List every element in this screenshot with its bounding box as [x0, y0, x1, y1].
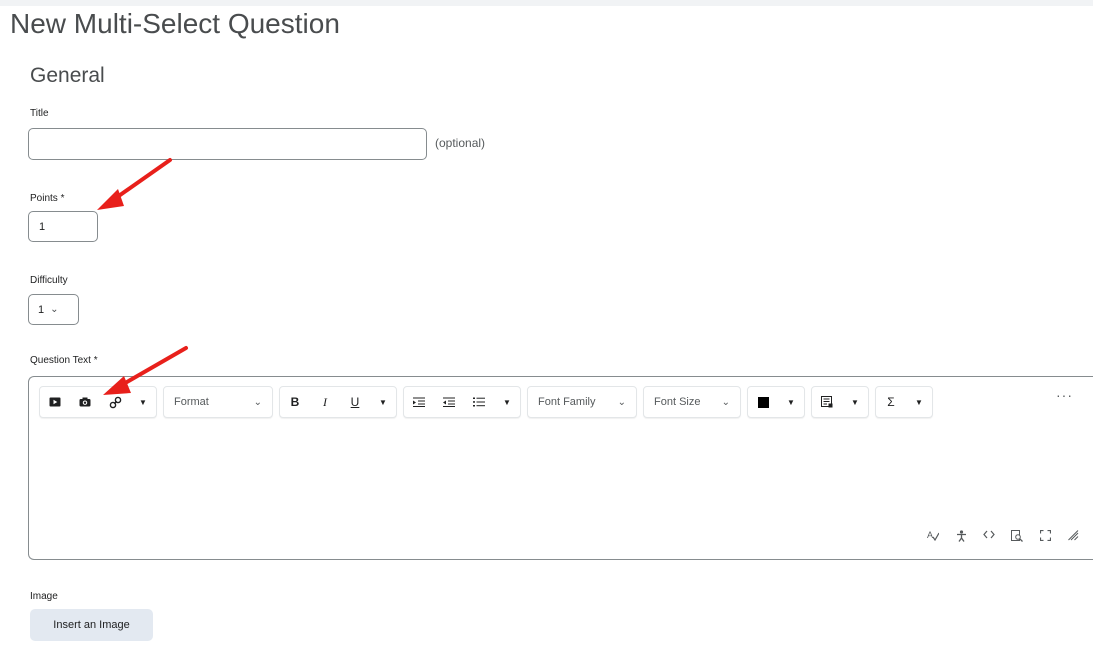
arrow-to-points: [97, 158, 172, 210]
annotation-arrows: [97, 158, 188, 395]
arrow-to-toolbar: [103, 346, 188, 395]
